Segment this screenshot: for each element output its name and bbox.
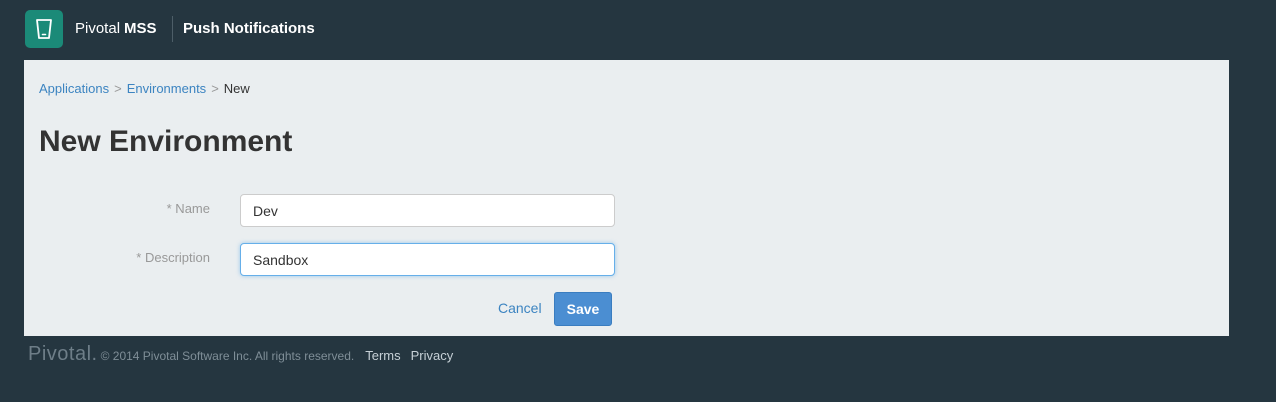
top-bar: Pivotal MSS Push Notifications [0,0,1276,58]
footer: Pivotal. © 2014 Pivotal Software Inc. Al… [28,343,453,367]
terms-link[interactable]: Terms [365,348,400,363]
page-title: New Environment [39,125,293,158]
breadcrumb-environments[interactable]: Environments [127,81,206,96]
cancel-link[interactable]: Cancel [498,300,542,316]
save-button[interactable]: Save [554,292,612,326]
brand-name[interactable]: Pivotal MSS [75,19,157,39]
product-name[interactable]: Push Notifications [183,19,315,39]
brand-light: Pivotal [75,20,121,37]
main-panel: Applications > Environments > New New Enviro… [24,60,1229,336]
header-divider [172,16,173,42]
phone-icon [36,19,52,39]
brand-bold: MSS [124,20,157,37]
breadcrumb: Applications > Environments > New [39,81,250,97]
description-field[interactable] [240,243,615,276]
app-logo[interactable] [25,10,63,48]
footer-logo: Pivotal. [28,343,98,365]
breadcrumb-separator: > [211,81,219,96]
copyright-text: © 2014 Pivotal Software Inc. All rights … [100,349,355,363]
name-field[interactable] [240,194,615,227]
breadcrumb-current: New [223,81,250,96]
breadcrumb-separator: > [114,81,122,96]
breadcrumb-applications[interactable]: Applications [39,81,109,96]
description-label: * Description [136,250,210,265]
privacy-link[interactable]: Privacy [411,348,454,363]
name-label: * Name [166,201,210,216]
